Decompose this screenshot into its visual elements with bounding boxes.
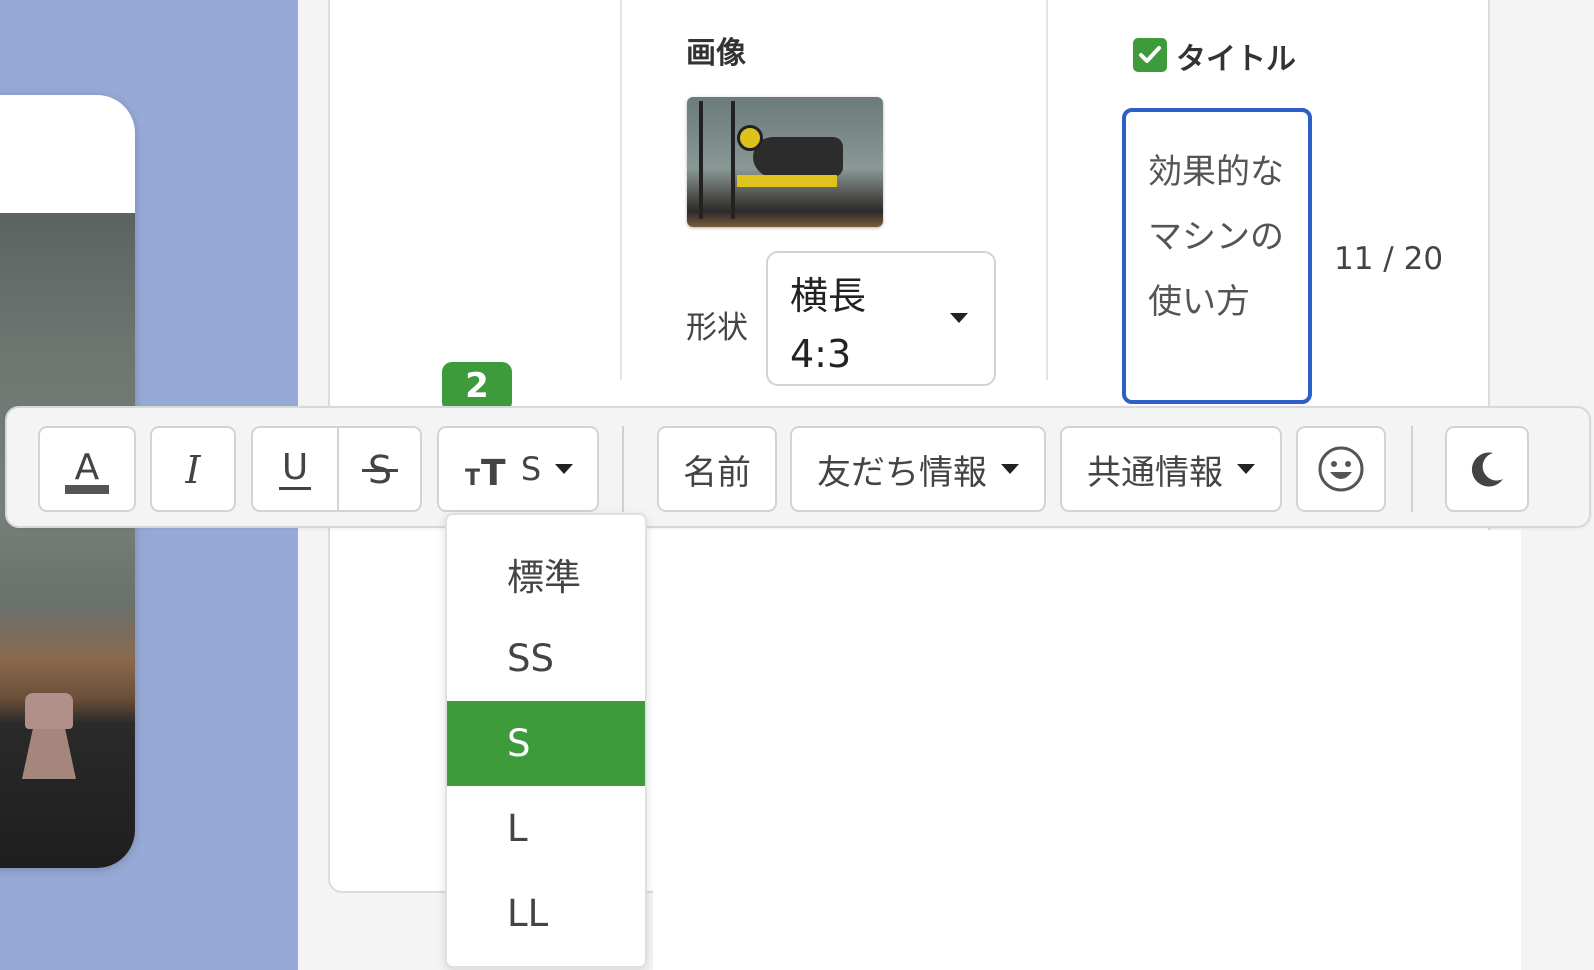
- image-thumbnail[interactable]: [687, 97, 883, 227]
- friend-info-label: 友だち情報: [817, 452, 987, 493]
- chevron-down-icon: [950, 313, 968, 323]
- image-section-label: 画像: [686, 36, 746, 71]
- friend-info-button[interactable]: 友だち情報: [790, 426, 1046, 512]
- text-color-button[interactable]: A: [38, 426, 136, 512]
- svg-text:A: A: [75, 447, 100, 488]
- column-divider: [1046, 0, 1048, 380]
- column-divider: [620, 0, 622, 380]
- text-size-icon: T T: [465, 453, 506, 489]
- strikethrough-icon: S: [361, 448, 398, 492]
- toolbar-divider: [622, 426, 624, 512]
- chevron-down-icon: [1237, 464, 1255, 474]
- font-size-button[interactable]: T T S: [437, 426, 599, 512]
- chevron-down-icon: [555, 464, 574, 474]
- step-badge: 2: [442, 362, 512, 412]
- svg-text:T: T: [481, 453, 506, 489]
- common-info-button[interactable]: 共通情報: [1060, 426, 1282, 512]
- common-info-label: 共通情報: [1087, 452, 1223, 493]
- underline-button[interactable]: U: [251, 426, 338, 512]
- font-size-option-ll[interactable]: LL: [447, 871, 645, 956]
- emoji-button[interactable]: [1296, 426, 1386, 512]
- title-checkbox[interactable]: [1133, 38, 1167, 72]
- font-size-option-ss[interactable]: SS: [447, 616, 645, 701]
- formatting-toolbar: A I U S T T S 名前 友だち情報 共通情報: [5, 406, 1591, 528]
- moon-icon: [1471, 452, 1503, 487]
- font-size-menu: 標準 SS S L LL: [445, 513, 647, 968]
- title-section-label: タイトル: [1176, 42, 1296, 77]
- font-size-option-standard[interactable]: 標準: [447, 531, 645, 616]
- shape-select-value: 横長 4:3: [790, 274, 867, 376]
- strikethrough-button[interactable]: S: [338, 426, 422, 512]
- shape-select[interactable]: 横長 4:3: [766, 251, 996, 386]
- editor-body: [653, 530, 1521, 970]
- insert-name-button[interactable]: 名前: [657, 426, 777, 512]
- toolbar-divider: [1411, 426, 1413, 512]
- check-icon: [1139, 46, 1161, 63]
- title-char-counter: 11 / 20: [1334, 241, 1444, 277]
- title-input[interactable]: 効果的なマシンの使い方: [1122, 108, 1312, 404]
- svg-text:I: I: [184, 448, 201, 492]
- font-size-option-l[interactable]: L: [447, 786, 645, 871]
- underline-icon: U: [279, 447, 311, 490]
- svg-text:T: T: [465, 466, 480, 489]
- svg-text:U: U: [282, 447, 308, 488]
- font-size-option-s[interactable]: S: [447, 701, 645, 786]
- text-color-icon: A: [65, 447, 109, 494]
- italic-button[interactable]: I: [150, 426, 236, 512]
- italic-icon: I: [184, 448, 201, 492]
- preview-image: [0, 213, 135, 868]
- dark-mode-button[interactable]: [1445, 426, 1529, 512]
- chevron-down-icon: [1001, 464, 1019, 474]
- font-size-value: S: [520, 450, 542, 488]
- smiley-icon: [1318, 446, 1364, 492]
- shape-label: 形状: [686, 310, 748, 346]
